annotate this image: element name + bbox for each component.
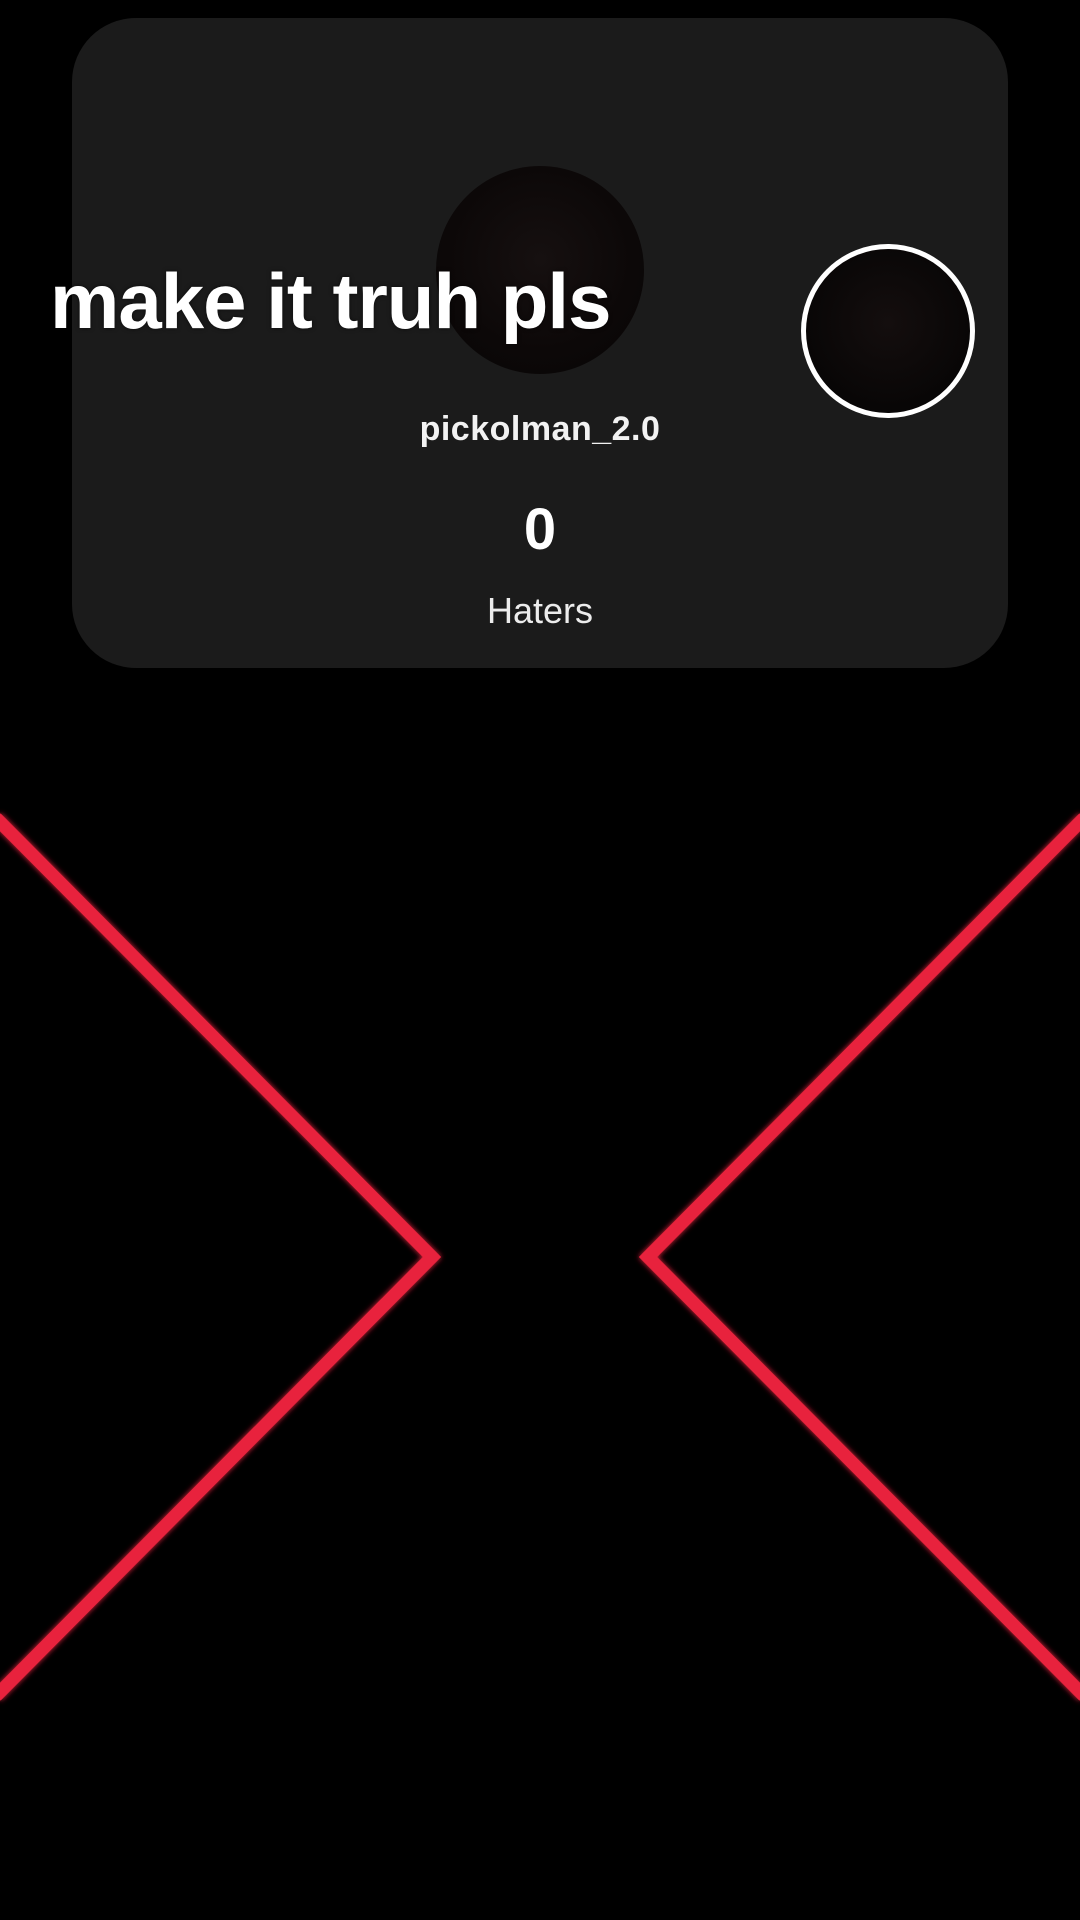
ring-avatar-button[interactable] <box>801 244 975 418</box>
haters-count: 0 <box>523 497 557 562</box>
haters-label: Haters <box>486 590 594 631</box>
red-x-chevrons-icon <box>0 813 1080 1701</box>
right-chevron <box>638 813 1080 1701</box>
left-chevron <box>0 813 442 1701</box>
caption-text: make it truh pls <box>50 257 611 345</box>
screen: pickolman_2.0 0 Haters make it truh pls <box>0 0 1080 1920</box>
username: pickolman_2.0 <box>419 410 661 448</box>
